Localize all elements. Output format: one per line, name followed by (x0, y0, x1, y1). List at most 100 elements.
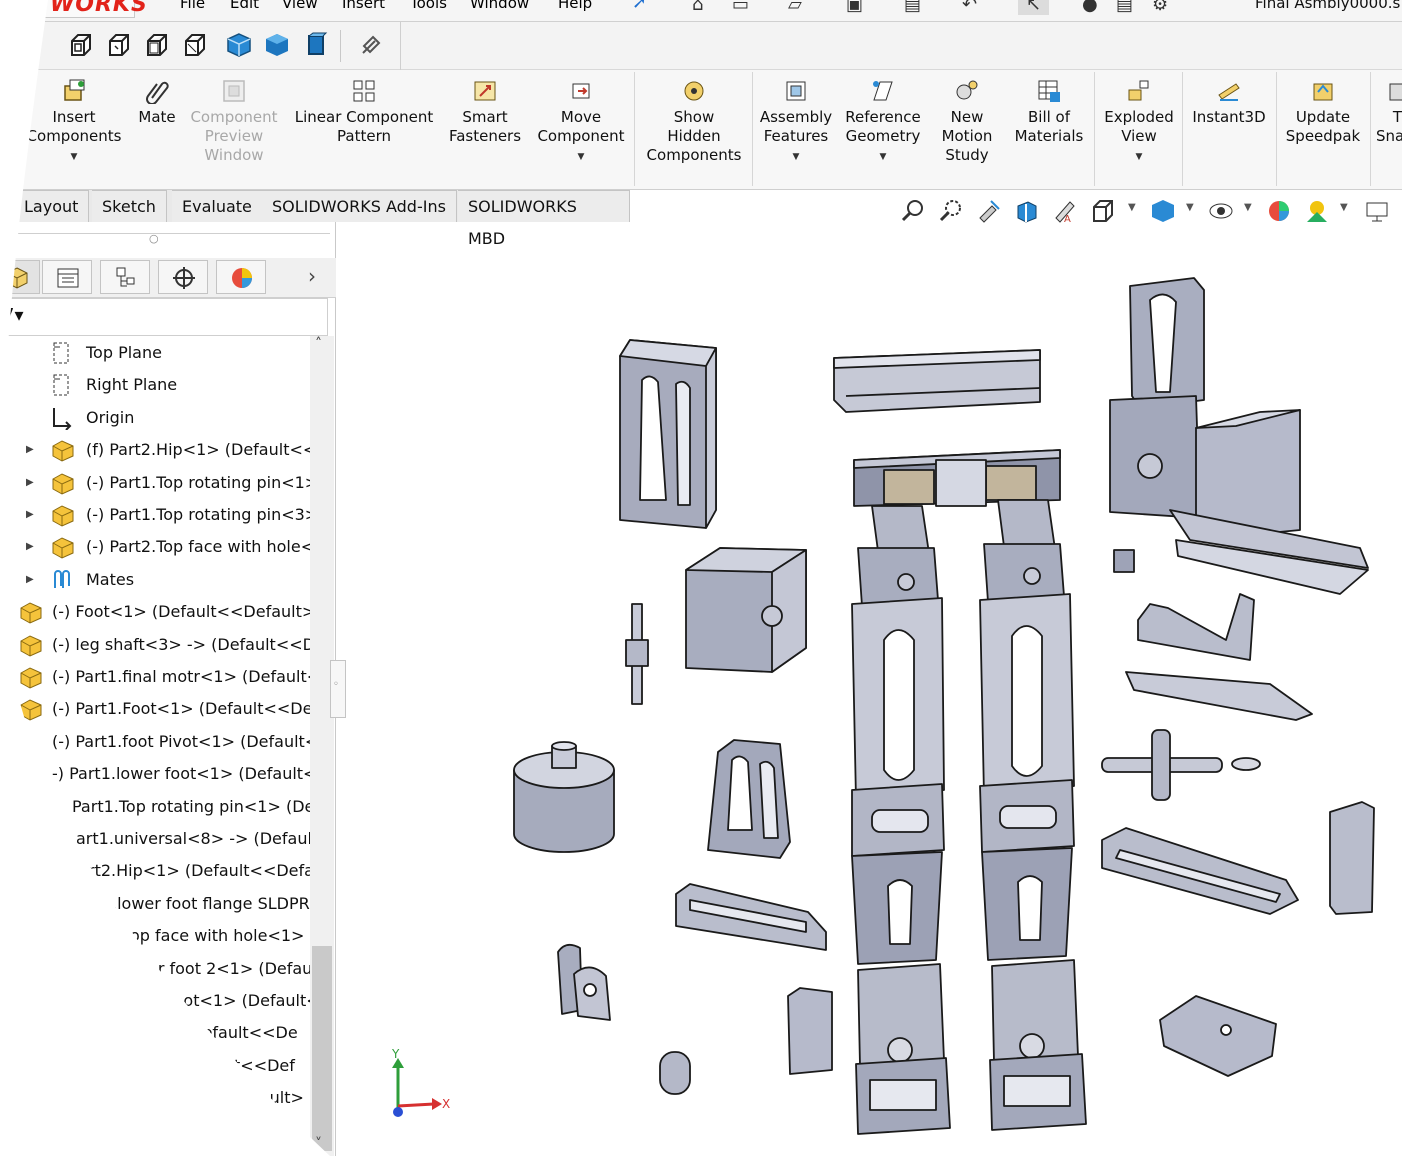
reference-geometry-button[interactable]: Reference Geometry ▼ (840, 78, 926, 167)
mate-button[interactable]: Mate (134, 78, 180, 127)
file-properties-icon[interactable]: ▤ (1116, 0, 1133, 15)
part-leg-shaft[interactable] (625, 603, 649, 705)
exploded-view-button[interactable]: Exploded View ▼ (1098, 78, 1180, 167)
expand-arrow-icon[interactable]: ▶ (26, 532, 34, 562)
save-icon[interactable]: ▣ (846, 0, 863, 15)
tab-sketch[interactable]: Sketch (92, 190, 167, 222)
tab-configuration-manager[interactable] (100, 260, 150, 294)
pin-icon[interactable]: ➚ (632, 0, 647, 13)
part-plate-bracket[interactable] (1125, 593, 1313, 721)
new-document-icon[interactable]: ▭ (732, 0, 749, 15)
scroll-up-arrow-icon[interactable]: ˄ (315, 336, 322, 352)
chevron-right-icon[interactable]: › (308, 264, 316, 288)
scroll-down-arrow-icon[interactable]: ˅ (315, 1136, 322, 1152)
part-small-pin[interactable] (659, 1051, 691, 1095)
graphics-viewport[interactable]: Y X (337, 222, 1402, 1156)
open-icon[interactable]: ▱ (788, 0, 802, 15)
update-speedpak-button[interactable]: Update Speedpak (1280, 78, 1366, 146)
part-foot-pivot[interactable] (707, 739, 791, 859)
rebuild-icon[interactable]: ● (1082, 0, 1098, 15)
tab-feature-tree[interactable] (0, 260, 40, 294)
expand-arrow-icon[interactable]: ▶ (26, 468, 34, 498)
menu-help[interactable]: Help (558, 0, 592, 12)
tab-evaluate[interactable]: Evaluate (172, 190, 263, 222)
part-top-channel[interactable] (833, 349, 1041, 413)
show-hidden-button[interactable]: Show Hidden Components (640, 78, 748, 165)
back-view-cube-icon[interactable] (106, 32, 132, 58)
tab-property-manager[interactable] (42, 260, 92, 294)
insert-components-button[interactable]: Insert Components ▼ (24, 78, 124, 167)
part-universal-joint[interactable] (1101, 729, 1261, 801)
isometric-cube-icon[interactable] (302, 32, 328, 58)
part-foot-channel[interactable] (675, 883, 827, 951)
expand-arrow-icon[interactable]: ▶ (26, 435, 34, 465)
menu-view[interactable]: View (282, 0, 318, 12)
zoom-to-fit-icon[interactable] (900, 198, 926, 224)
normal-to-icon[interactable] (358, 32, 384, 58)
view-orientation-icon[interactable] (1090, 198, 1116, 224)
undo-icon[interactable]: ↶ (962, 0, 977, 15)
tab-solidworks-mbd[interactable]: SOLIDWORKS MBD (458, 190, 630, 248)
tree-scrollbar[interactable]: ˄ ˅ (310, 336, 334, 1156)
display-style-icon[interactable] (1150, 198, 1176, 224)
smart-fasteners-button[interactable]: Smart Fasteners (446, 78, 524, 146)
part-motor-cube[interactable] (685, 547, 807, 673)
part-hip-block[interactable] (853, 449, 1061, 507)
front-view-cube-icon[interactable] (68, 32, 94, 58)
part-small-cube[interactable] (1113, 549, 1135, 573)
menu-insert[interactable]: Insert (342, 0, 385, 12)
options-gear-icon[interactable]: ⚙ (1152, 0, 1168, 15)
chevron-down-icon[interactable]: ▼ (756, 148, 836, 167)
assembly-features-button[interactable]: Assembly Features ▼ (756, 78, 836, 167)
expand-arrow-icon[interactable]: ▶ (26, 500, 34, 530)
chevron-down-icon[interactable]: ▼ (1098, 148, 1180, 167)
menu-edit[interactable]: Edit (230, 0, 259, 12)
print-icon[interactable]: ▤ (904, 0, 921, 15)
chevron-down-icon[interactable]: ▼ (840, 148, 926, 167)
hide-show-items-icon[interactable] (1208, 198, 1234, 224)
part-side-bracket[interactable] (1329, 801, 1375, 915)
part-right-leg[interactable] (979, 499, 1087, 1131)
menu-file[interactable]: File (180, 0, 205, 12)
tab-display-manager[interactable] (216, 260, 266, 294)
part-cylinder-motor[interactable] (513, 741, 615, 853)
scrollbar-thumb[interactable] (312, 946, 332, 1151)
previous-view-icon[interactable] (976, 198, 1002, 224)
apply-scene-icon[interactable] (1304, 198, 1330, 224)
menu-window[interactable]: Window (470, 0, 529, 12)
chevron-down-icon[interactable]: ▼ (1128, 202, 1136, 213)
shaded-cube-icon[interactable] (264, 32, 290, 58)
part-upper-right-assembly[interactable] (1109, 277, 1369, 595)
component-preview-button[interactable]: Component Preview Window (186, 78, 282, 165)
chevron-down-icon[interactable]: ▼ (1244, 202, 1252, 213)
tab-solidworks-add-ins[interactable]: SOLIDWORKS Add-Ins (262, 190, 457, 222)
part-left-leg[interactable] (851, 505, 951, 1135)
tree-filter-input[interactable]: 7▾ (0, 298, 328, 336)
menu-tools[interactable]: Tools (410, 0, 447, 12)
shaded-edges-cube-icon[interactable] (226, 32, 252, 58)
home-icon[interactable]: ⌂ (692, 0, 703, 15)
dynamic-annotation-icon[interactable]: A (1052, 198, 1078, 224)
part-lower-foot-flange[interactable] (1159, 995, 1277, 1077)
instant3d-button[interactable]: Instant3D (1186, 78, 1272, 127)
chevron-down-icon[interactable]: ▼ (1340, 202, 1348, 213)
part-small-box[interactable] (787, 987, 833, 1075)
select-icon[interactable]: ↖ (1018, 0, 1050, 15)
zoom-to-area-icon[interactable] (938, 198, 964, 224)
view-settings-icon[interactable] (1364, 198, 1390, 224)
part-hinge-bracket[interactable] (557, 943, 611, 1021)
new-motion-study-button[interactable]: New Motion Study (934, 78, 1000, 165)
move-component-button[interactable]: Move Component ▼ (532, 78, 630, 167)
linear-pattern-button[interactable]: Linear Component Pattern (290, 78, 438, 146)
splitter-grip-icon[interactable]: ○ (149, 232, 159, 245)
chevron-down-icon[interactable]: ▼ (24, 148, 124, 167)
bill-of-materials-button[interactable]: Bill of Materials (1008, 78, 1090, 146)
tab-layout[interactable]: Layout (14, 190, 90, 222)
section-view-icon[interactable] (1014, 198, 1040, 224)
part-long-channel[interactable] (1101, 827, 1299, 915)
snapshot-button[interactable]: T Sna (1376, 78, 1402, 146)
expand-arrow-icon[interactable]: ▶ (26, 565, 34, 595)
chevron-down-icon[interactable]: ▼ (532, 148, 630, 167)
tab-dimxpert-manager[interactable] (158, 260, 208, 294)
left-view-cube-icon[interactable] (144, 32, 170, 58)
